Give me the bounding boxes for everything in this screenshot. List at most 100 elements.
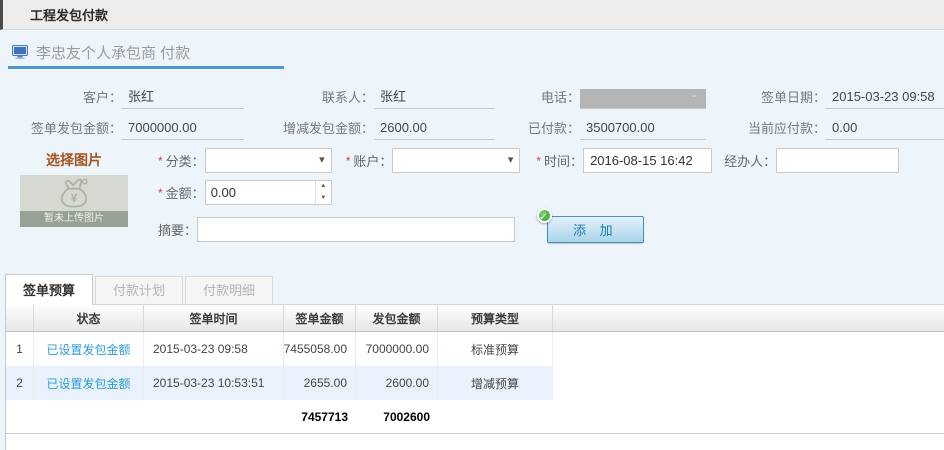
svg-text:¥: ¥ bbox=[71, 192, 78, 205]
table-row[interactable]: 2 已设置发包金额 2015-03-23 10:53:51 2655.00 26… bbox=[6, 366, 944, 400]
paid-label: 已付款： bbox=[502, 118, 580, 140]
check-circle-icon: ✓ bbox=[537, 208, 552, 223]
total-sign-amount: 7457713 bbox=[284, 400, 356, 433]
payment-form: * 分类： ▾ * 账户： ▾ * 时间： 经办人： * 金额： bbox=[158, 148, 944, 243]
budget-table-panel: 状态 签单时间 签单金额 发包金额 预算类型 1 已设置发包金额 2015-03… bbox=[5, 304, 944, 450]
image-upload-widget: 选择图片 ¥ 暂未上传图片 bbox=[20, 150, 128, 227]
required-mark: * bbox=[346, 154, 351, 168]
current-payable-value: 0.00 bbox=[826, 120, 944, 140]
sign-contract-amount-value: 7000000.00 bbox=[122, 120, 244, 140]
row-status-cell: 已设置发包金额 bbox=[34, 366, 144, 400]
spinner-up-icon[interactable]: ▲ bbox=[316, 181, 331, 193]
required-mark: * bbox=[158, 154, 163, 168]
row-index: 1 bbox=[6, 332, 34, 366]
time-input[interactable] bbox=[583, 148, 712, 173]
customer-label: 客户： bbox=[0, 87, 122, 109]
current-payable-field: 当前应付款： 0.00 bbox=[714, 109, 944, 140]
phone-label: 电话： bbox=[502, 87, 580, 109]
row-sign-time: 2015-03-23 09:58 bbox=[144, 332, 284, 366]
row-index: 2 bbox=[6, 366, 34, 400]
tab-label: 付款明细 bbox=[203, 283, 255, 298]
spinner-down-icon[interactable]: ▼ bbox=[316, 193, 331, 205]
category-label: 分类： bbox=[166, 151, 205, 170]
table-totals-row: 7457713 7002600 bbox=[6, 400, 944, 434]
row-sign-time: 2015-03-23 10:53:51 bbox=[144, 366, 284, 400]
header-contract-amount: 发包金额 bbox=[356, 305, 438, 331]
section-title: 李忠友个人承包商 付款 bbox=[36, 42, 190, 63]
adjust-contract-amount-field: 增减发包金额： 2600.00 bbox=[252, 109, 502, 140]
customer-value: 张红 bbox=[122, 86, 244, 109]
operator-input[interactable] bbox=[776, 148, 899, 173]
paid-field: 已付款： 3500700.00 bbox=[502, 109, 714, 140]
summary-label: 摘要： bbox=[158, 220, 197, 239]
tab-label: 签单预算 bbox=[23, 283, 75, 298]
order-info-grid: 客户： 张红 联系人： 张红 电话： - 签单日期： 2015-03-23 09… bbox=[0, 69, 944, 140]
account-label: 账户： bbox=[353, 151, 392, 170]
chevron-down-icon: ▾ bbox=[319, 153, 325, 166]
customer-field: 客户： 张红 bbox=[0, 78, 252, 109]
status-link[interactable]: 已设置发包金额 bbox=[46, 375, 130, 392]
window-titlebar: 工程发包付款 bbox=[0, 0, 944, 30]
required-mark: * bbox=[536, 154, 541, 168]
amount-label: 金额： bbox=[166, 183, 205, 202]
header-sign-amount: 签单金额 bbox=[284, 305, 356, 331]
row-contract-amount: 7000000.00 bbox=[356, 332, 438, 366]
adjust-contract-amount-value: 2600.00 bbox=[374, 120, 494, 140]
row-status-cell: 已设置发包金额 bbox=[34, 332, 144, 366]
contact-label: 联系人： bbox=[252, 87, 374, 109]
table-row[interactable]: 1 已设置发包金额 2015-03-23 09:58 7455058.00 70… bbox=[6, 332, 944, 366]
category-dropdown[interactable]: ▾ bbox=[205, 148, 332, 173]
add-button-label: 添 加 bbox=[573, 223, 618, 238]
total-contract-amount: 7002600 bbox=[356, 400, 438, 433]
header-filler bbox=[553, 305, 944, 331]
sign-date-field: 签单日期： 2015-03-23 09:58 bbox=[714, 78, 944, 109]
required-mark: * bbox=[158, 186, 163, 200]
tab-label: 付款计划 bbox=[113, 283, 165, 298]
header-index bbox=[6, 305, 34, 331]
chevron-down-icon: ▾ bbox=[508, 153, 514, 166]
payment-entry-area: 选择图片 ¥ 暂未上传图片 * 分类： ▾ * 账户： bbox=[0, 148, 944, 256]
row-sign-amount: 7455058.00 bbox=[284, 332, 356, 366]
operator-label: 经办人： bbox=[724, 151, 776, 170]
sign-contract-amount-label: 签单发包金额： bbox=[0, 118, 122, 140]
app-window: 工程发包付款 李忠友个人承包商 付款 客户： 张红 联系人： 张红 电话： - … bbox=[0, 0, 944, 450]
header-sign-time: 签单时间 bbox=[144, 305, 284, 331]
paid-value: 3500700.00 bbox=[580, 120, 706, 140]
detail-tabs: 签单预算 付款计划 付款明细 bbox=[5, 273, 944, 304]
image-placeholder-caption: 暂未上传图片 bbox=[20, 211, 128, 227]
row-budget-type: 标准预算 bbox=[438, 332, 553, 366]
current-payable-label: 当前应付款： bbox=[714, 118, 826, 140]
amount-stepper: ▲ ▼ bbox=[205, 180, 332, 205]
row-filler bbox=[553, 366, 944, 400]
account-dropdown[interactable]: ▾ bbox=[392, 148, 520, 173]
adjust-contract-amount-label: 增减发包金额： bbox=[252, 118, 374, 140]
status-link[interactable]: 已设置发包金额 bbox=[46, 341, 130, 358]
monitor-icon bbox=[12, 45, 28, 59]
amount-input[interactable] bbox=[206, 181, 315, 204]
tab-sign-budget[interactable]: 签单预算 bbox=[5, 274, 93, 305]
header-status: 状态 bbox=[34, 305, 144, 331]
add-button[interactable]: ✓ 添 加 bbox=[547, 216, 644, 243]
sign-contract-amount-field: 签单发包金额： 7000000.00 bbox=[0, 109, 252, 140]
row-contract-amount: 2600.00 bbox=[356, 366, 438, 400]
row-budget-type: 增减预算 bbox=[438, 366, 553, 400]
page-title: 工程发包付款 bbox=[30, 5, 108, 24]
sign-date-label: 签单日期： bbox=[714, 87, 826, 109]
row-sign-amount: 2655.00 bbox=[284, 366, 356, 400]
contact-field: 联系人： 张红 bbox=[252, 78, 502, 109]
phone-value-masked: - bbox=[580, 89, 706, 109]
choose-image-link[interactable]: 选择图片 bbox=[46, 150, 102, 170]
time-label: 时间： bbox=[544, 151, 583, 170]
sign-date-value: 2015-03-23 09:58 bbox=[826, 89, 944, 109]
summary-input[interactable] bbox=[197, 217, 515, 242]
row-filler bbox=[553, 332, 944, 366]
phone-field: 电话： - bbox=[502, 78, 714, 109]
header-budget-type: 预算类型 bbox=[438, 305, 553, 331]
money-bag-icon: ¥ bbox=[52, 177, 96, 213]
section-header: 李忠友个人承包商 付款 bbox=[12, 41, 944, 63]
image-placeholder[interactable]: ¥ 暂未上传图片 bbox=[20, 175, 128, 227]
contact-value: 张红 bbox=[374, 86, 494, 109]
table-header-row: 状态 签单时间 签单金额 发包金额 预算类型 bbox=[6, 305, 944, 332]
tab-payment-detail[interactable]: 付款明细 bbox=[185, 276, 273, 304]
tab-payment-plan[interactable]: 付款计划 bbox=[95, 276, 183, 304]
